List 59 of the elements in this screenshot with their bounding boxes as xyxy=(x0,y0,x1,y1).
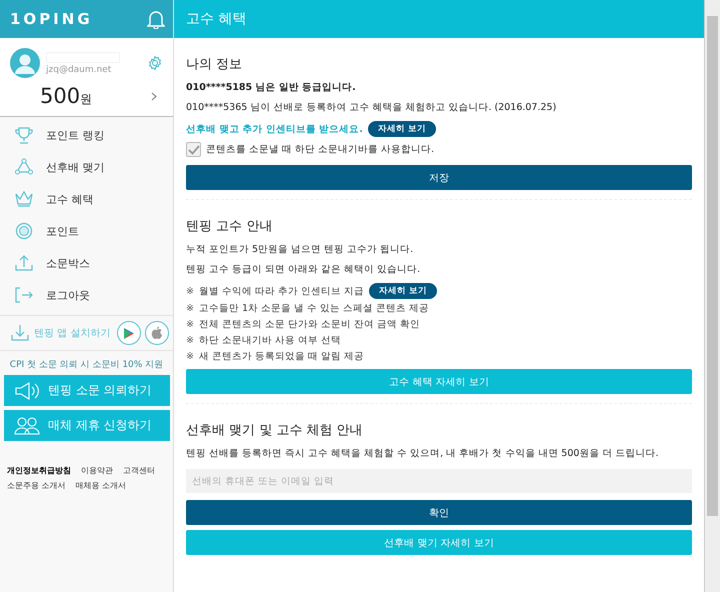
mentor-text: 텐핑 선배를 등록하면 즉시 고수 혜택을 체험할 수 있으며, 내 후배가 첫 수익을 내면 500원을 더 드립니다. xyxy=(186,447,660,460)
megaphone-icon xyxy=(14,380,40,400)
benefit-text: 새 콘텐츠가 등록되었을 때 알림 제공 xyxy=(198,350,364,363)
crown-icon xyxy=(14,190,34,208)
user-email: jzq@daum.net xyxy=(46,64,112,74)
footer-link[interactable]: 이용약관 xyxy=(81,465,113,476)
chevron-right-icon[interactable] xyxy=(151,92,157,100)
reference-mark: ※ xyxy=(186,286,194,296)
benefit-text: 월별 수익에 따라 추가 인센티브 지급 xyxy=(198,284,364,298)
upload-icon xyxy=(14,254,34,272)
benefit-text: 전체 콘텐츠의 소문 단가와 소문비 잔여 금액 확인 xyxy=(198,318,420,331)
reference-mark: ※ xyxy=(186,303,194,314)
save-button[interactable]: 저장 xyxy=(186,165,692,190)
menu-item[interactable]: 소문박스 xyxy=(0,247,173,279)
benefit-text: 고수들만 1차 소문을 낼 수 있는 스페셜 콘텐츠 제공 xyxy=(198,302,430,315)
guide-text: 누적 포인트가 5만원을 넘으면 텐핑 고수가 됩니다. xyxy=(186,243,414,256)
guide-text: 텐핑 고수 등급이 되면 아래와 같은 혜택이 있습니다. xyxy=(186,263,422,276)
footer-link[interactable]: 매체용 소개서 xyxy=(76,480,126,491)
apple-icon xyxy=(151,326,163,340)
footer-link[interactable]: 개인정보취급방침 xyxy=(7,465,71,476)
coin-icon xyxy=(14,222,34,240)
menu-item[interactable]: 선후배 맺기 xyxy=(0,151,173,183)
reference-mark: ※ xyxy=(186,319,194,330)
menu-item[interactable]: 로그아웃 xyxy=(0,279,173,311)
point-balance: 500원 xyxy=(40,84,92,108)
footer-link[interactable]: 소문주용 소개서 xyxy=(7,480,66,491)
scrollbar[interactable] xyxy=(704,0,720,592)
details-button[interactable]: 자세히 보기 xyxy=(368,121,436,137)
section-heading: 선후배 맺기 및 고수 체험 안내 xyxy=(186,422,364,439)
settings-icon[interactable] xyxy=(147,55,163,71)
confirm-button[interactable]: 확인 xyxy=(186,500,692,525)
avatar-icon xyxy=(10,48,40,78)
benefit-text: 하단 소문내기바 사용 여부 선택 xyxy=(198,334,342,347)
network-icon xyxy=(14,158,34,176)
people-icon xyxy=(14,416,40,436)
play-store-button[interactable] xyxy=(117,321,141,345)
menu-item[interactable]: 포인트 랭킹 xyxy=(0,119,173,151)
bell-icon[interactable] xyxy=(147,9,165,29)
details-button[interactable]: 자세히 보기 xyxy=(369,283,438,299)
trophy-icon xyxy=(14,126,34,144)
logout-icon xyxy=(14,286,34,304)
download-icon xyxy=(10,324,30,342)
menu-item[interactable]: 고수 혜택 xyxy=(0,183,173,215)
section-heading: 텐핑 고수 안내 xyxy=(186,218,274,235)
trial-text: 010****5365 님이 선배로 등록하여 고수 혜택을 체험하고 있습니다. (2016.07.25) xyxy=(186,101,558,114)
section-heading: 나의 정보 xyxy=(186,56,244,73)
incentive-text: 선후배 맺고 추가 인센티브를 받으세요. xyxy=(186,122,363,136)
play-triangle-icon xyxy=(123,326,135,340)
menu-item[interactable]: 포인트 xyxy=(0,215,173,247)
footer-link[interactable]: 고객센터 xyxy=(123,465,155,476)
checkbox[interactable] xyxy=(186,142,201,157)
app-store-button[interactable] xyxy=(145,321,169,345)
contact-input-field[interactable]: 선배의 휴대폰 또는 이메일 입력 xyxy=(186,469,692,493)
checkbox-label: 콘텐츠를 소문낼 때 하단 소문내기바를 사용합니다. xyxy=(206,143,434,156)
cpi-notice: CPI 첫 소문 의뢰 시 소문비 10% 지원 xyxy=(8,359,164,371)
grade-text: 010****5185 님은 일반 등급입니다. xyxy=(186,81,357,94)
page-title: 고수 혜택 xyxy=(186,10,246,28)
reference-mark: ※ xyxy=(186,335,194,346)
reference-mark: ※ xyxy=(186,351,194,362)
